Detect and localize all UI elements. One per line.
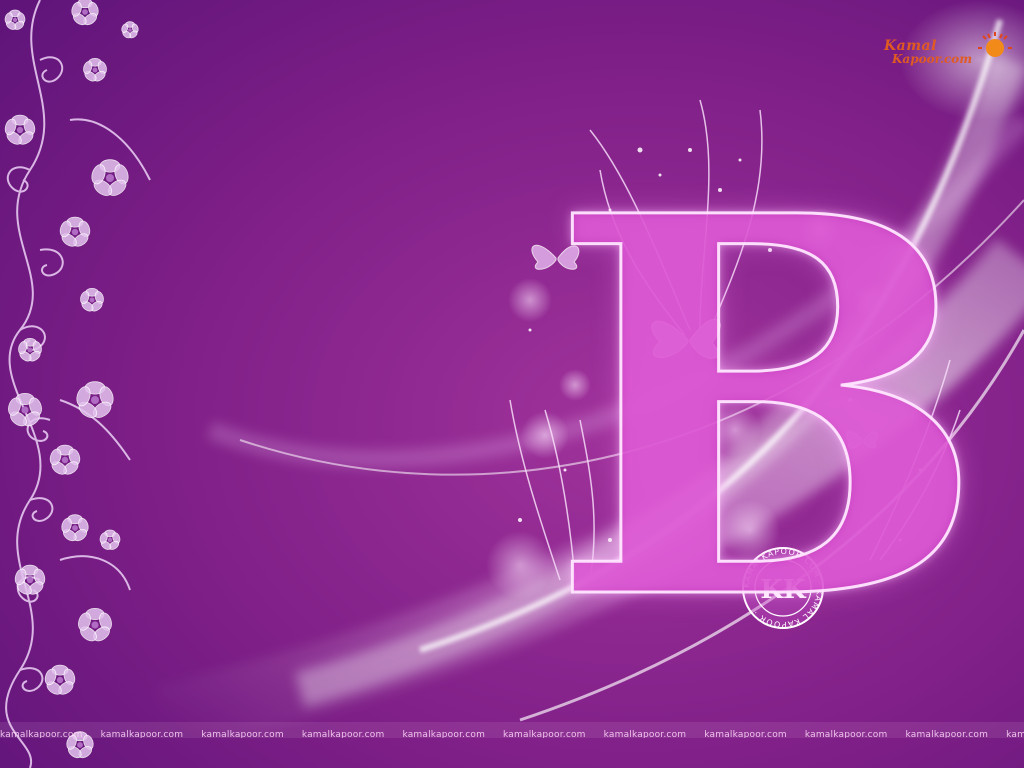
brand-logo: Kamal Kapoor.com [878, 36, 1018, 72]
watermark-text: kamalkapoor.com [301, 730, 385, 738]
watermark-text: kamalkapoor.com [402, 730, 486, 738]
watermark-text: kamalkapoor.com [0, 730, 83, 738]
decorative-letter: B [547, 104, 990, 715]
watermark-text: kamalkapoor.com [1006, 730, 1024, 738]
watermark-text: kamalkapoor.com [704, 730, 787, 738]
logo-text-line2: Kapoor.com [892, 52, 973, 66]
watermark-text: kamalkapoor.com [603, 730, 687, 738]
watermark-strip: kamalkapoor.com kamalkapoor.com kamalkapoo… [0, 722, 1024, 738]
watermark-text: kamalkapoor.com [804, 730, 888, 738]
watermark-text: kamalkapoor.com [201, 730, 284, 738]
watermark-text: kamalkapoor.com [503, 730, 586, 738]
watermark-text: kamalkapoor.com [905, 730, 989, 738]
watermark-text: kamalkapoor.com [100, 730, 184, 738]
